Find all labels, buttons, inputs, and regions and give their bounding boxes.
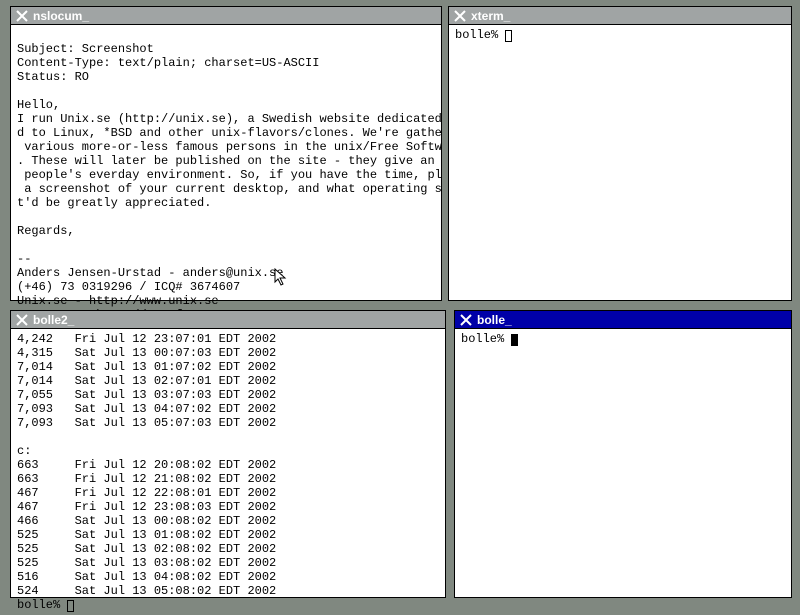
cursor-icon <box>511 334 518 346</box>
terminal-bolle[interactable]: bolle% <box>455 329 791 349</box>
mail-body-line: t'd be greatly appreciated. <box>17 196 211 210</box>
title-text: xterm_ <box>471 9 510 23</box>
mail-body-line: people's everday environment. So, if you… <box>17 168 441 182</box>
x-logo-icon <box>15 313 29 327</box>
mail-sig-line: Unix.se - http://www.unix.se <box>17 294 219 308</box>
shell-prompt: bolle% <box>455 28 505 42</box>
terminal-nslocum[interactable]: Subject: Screenshot Content-Type: text/p… <box>11 25 441 339</box>
window-bolle2[interactable]: bolle2_ 4,242 Fri Jul 12 23:07:01 EDT 20… <box>10 310 446 598</box>
mail-regards: Regards, <box>17 224 75 238</box>
mail-sig-line: (+46) 73 0319296 / ICQ# 3674607 <box>17 280 240 294</box>
window-xterm[interactable]: xterm_ bolle% <box>448 6 792 301</box>
shell-prompt: bolle% <box>17 598 67 612</box>
x-logo-icon <box>453 9 467 23</box>
mail-body-line: I run Unix.se (http://unix.se), a Swedis… <box>17 112 441 126</box>
x-logo-icon <box>15 9 29 23</box>
mail-sig-dash: -- <box>17 252 31 266</box>
mail-status: Status: RO <box>17 70 89 84</box>
title-text: nslocum_ <box>33 9 89 23</box>
titlebar-nslocum[interactable]: nslocum_ <box>11 7 441 25</box>
mail-sig-line: Anders Jensen-Urstad - anders@unix.se <box>17 266 283 280</box>
titlebar-bolle2[interactable]: bolle2_ <box>11 311 445 329</box>
window-bolle[interactable]: bolle_ bolle% <box>454 310 792 598</box>
mail-body-line: d to Linux, *BSD and other unix-flavors/… <box>17 126 441 140</box>
terminal-xterm[interactable]: bolle% <box>449 25 791 45</box>
title-text: bolle2_ <box>33 313 74 327</box>
title-text: bolle_ <box>477 313 512 327</box>
mail-body-line: . These will later be published on the s… <box>17 154 441 168</box>
mail-content-type: Content-Type: text/plain; charset=US-ASC… <box>17 56 319 70</box>
titlebar-xterm[interactable]: xterm_ <box>449 7 791 25</box>
x-logo-icon <box>459 313 473 327</box>
cursor-icon <box>67 600 74 612</box>
mail-body-line: various more-or-less famous persons in t… <box>17 140 441 154</box>
mail-body-line: a screenshot of your current desktop, an… <box>17 182 441 196</box>
mail-greeting: Hello, <box>17 98 60 112</box>
cursor-icon <box>505 30 512 42</box>
mail-subject: Subject: Screenshot <box>17 42 154 56</box>
shell-prompt: bolle% <box>461 332 511 346</box>
titlebar-bolle[interactable]: bolle_ <box>455 311 791 329</box>
window-nslocum[interactable]: nslocum_ Subject: Screenshot Content-Typ… <box>10 6 442 301</box>
terminal-bolle2[interactable]: 4,242 Fri Jul 12 23:07:01 EDT 2002 4,315… <box>11 329 445 615</box>
